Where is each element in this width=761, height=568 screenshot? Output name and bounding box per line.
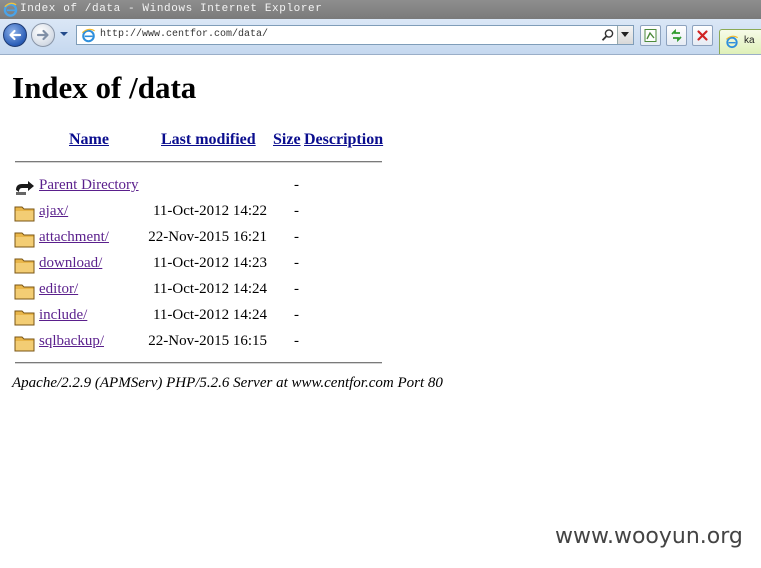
folder-link[interactable]: include/ xyxy=(39,307,87,324)
table-row: include/ 11-Oct-2012 14:24 - xyxy=(12,307,412,333)
history-dropdown-icon[interactable] xyxy=(58,28,70,40)
page-title: Index of /data xyxy=(12,70,197,105)
page-content: Index of /data Name Last modified Size D… xyxy=(0,55,761,568)
modified-date: 11-Oct-2012 14:22 xyxy=(152,203,267,219)
tab-ie-icon xyxy=(725,35,738,49)
file-size: - xyxy=(294,333,299,349)
compatibility-view-icon xyxy=(644,29,657,42)
table-row: attachment/ 22-Nov-2015 16:21 - xyxy=(12,229,412,255)
sort-by-last-modified-link[interactable]: Last modified xyxy=(161,131,256,149)
modified-date: 11-Oct-2012 14:24 xyxy=(152,281,267,297)
page-ie-icon xyxy=(81,28,95,43)
folder-link[interactable]: download/ xyxy=(39,255,102,272)
parent-directory-link[interactable]: Parent Directory xyxy=(39,177,139,194)
window-titlebar: Index of /data - Windows Internet Explor… xyxy=(0,0,761,19)
forward-button[interactable] xyxy=(31,23,55,47)
address-url[interactable]: http://www.centfor.com/data/ xyxy=(100,27,593,43)
server-signature: Apache/2.2.9 (APMServ) PHP/5.2.6 Server … xyxy=(12,375,443,391)
forward-arrow-icon xyxy=(36,29,49,41)
table-row-parent: Parent Directory - xyxy=(12,177,412,203)
internet-explorer-icon xyxy=(3,2,18,17)
modified-date: 11-Oct-2012 14:24 xyxy=(152,307,267,323)
refresh-icon xyxy=(671,28,682,43)
watermark: www.wooyun.org xyxy=(555,524,743,549)
tab-label: ka xyxy=(744,35,755,46)
parent-size: - xyxy=(294,177,299,193)
folder-icon xyxy=(14,310,35,326)
folder-link[interactable]: attachment/ xyxy=(39,229,109,246)
modified-date: 11-Oct-2012 14:23 xyxy=(152,255,267,271)
footer-divider xyxy=(15,362,382,364)
file-size: - xyxy=(294,255,299,271)
folder-icon xyxy=(14,284,35,300)
folder-link[interactable]: ajax/ xyxy=(39,203,68,220)
close-icon xyxy=(697,30,708,41)
sort-by-description-link[interactable]: Description xyxy=(304,131,383,149)
folder-link[interactable]: sqlbackup/ xyxy=(39,333,104,350)
folder-icon xyxy=(14,258,35,274)
back-button[interactable] xyxy=(3,23,27,47)
table-row: download/ 11-Oct-2012 14:23 - xyxy=(12,255,412,281)
back-folder-icon xyxy=(16,181,34,195)
folder-icon xyxy=(14,336,35,352)
chevron-down-icon xyxy=(621,32,629,37)
browser-tab[interactable]: ka xyxy=(719,29,761,54)
compatibility-view-button[interactable] xyxy=(640,25,661,46)
folder-link[interactable]: editor/ xyxy=(39,281,78,298)
table-row: editor/ 11-Oct-2012 14:24 - xyxy=(12,281,412,307)
back-arrow-icon xyxy=(9,29,22,41)
modified-date: 22-Nov-2015 16:21 xyxy=(148,229,267,245)
table-row: ajax/ 11-Oct-2012 14:22 - xyxy=(12,203,412,229)
file-size: - xyxy=(294,229,299,245)
navigation-toolbar: http://www.centfor.com/data/ ka xyxy=(0,19,761,55)
address-dropdown-button[interactable] xyxy=(617,26,633,44)
sort-by-size-link[interactable]: Size xyxy=(273,131,301,149)
file-size: - xyxy=(294,203,299,219)
window-title: Index of /data - Windows Internet Explor… xyxy=(20,3,323,15)
refresh-button[interactable] xyxy=(666,25,687,46)
table-row: sqlbackup/ 22-Nov-2015 16:15 - xyxy=(12,333,412,359)
folder-icon xyxy=(14,232,35,248)
file-size: - xyxy=(294,307,299,323)
address-bar[interactable]: http://www.centfor.com/data/ xyxy=(76,25,634,45)
folder-icon xyxy=(14,206,35,222)
header-divider xyxy=(15,161,382,163)
file-size: - xyxy=(294,281,299,297)
sort-by-name-link[interactable]: Name xyxy=(69,131,109,149)
stop-button[interactable] xyxy=(692,25,713,46)
modified-date: 22-Nov-2015 16:15 xyxy=(148,333,267,349)
search-icon[interactable] xyxy=(601,28,615,42)
